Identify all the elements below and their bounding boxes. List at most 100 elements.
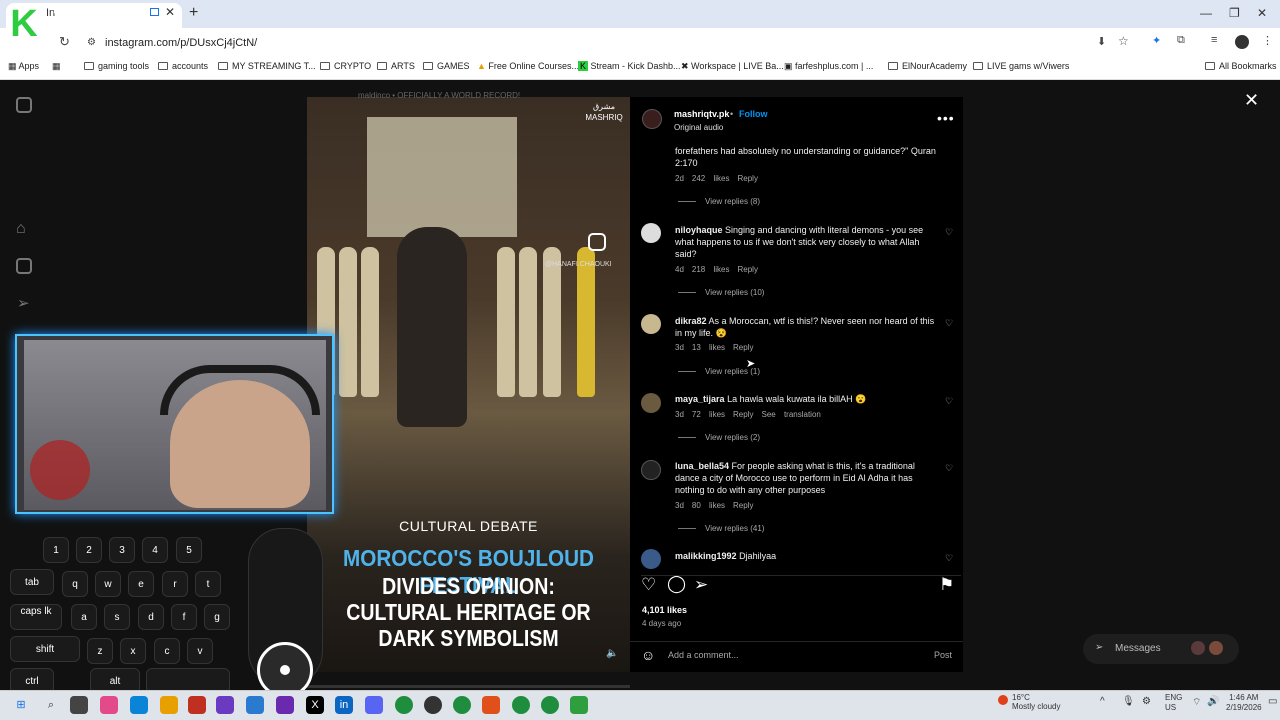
bookmark-courses[interactable]: ▲ Free Online Courses... xyxy=(477,61,579,71)
bookmark-arts[interactable]: ARTS xyxy=(377,61,415,71)
bookmark-star-icon[interactable]: ☆ xyxy=(1118,34,1129,48)
avatar[interactable] xyxy=(641,393,661,413)
mic-icon[interactable]: 🎙 xyxy=(1122,696,1135,707)
bookmark-streaming[interactable]: MY STREAMING T... xyxy=(218,61,316,71)
avatar[interactable] xyxy=(641,314,661,334)
all-bookmarks[interactable]: All Bookmarks xyxy=(1205,61,1277,71)
like-comment-icon[interactable]: ♡ xyxy=(945,553,953,564)
comment-likes[interactable]: 80 likes xyxy=(692,501,725,510)
mute-icon[interactable]: 🔈 xyxy=(606,648,618,659)
comment-likes[interactable]: 72 likes xyxy=(692,410,725,419)
bookmark-games[interactable]: GAMES xyxy=(423,61,470,71)
post-button[interactable]: Post xyxy=(934,650,952,660)
likes-count[interactable]: 4,101 likes xyxy=(642,605,687,615)
avatar[interactable] xyxy=(641,549,661,569)
view-replies-button[interactable]: View replies (2) xyxy=(678,433,760,442)
like-comment-icon[interactable]: ♡ xyxy=(945,396,953,407)
reels-icon[interactable] xyxy=(16,258,32,274)
start-icon[interactable]: ⊞ xyxy=(12,696,30,714)
chrome-icon[interactable] xyxy=(395,696,413,714)
wifi-icon[interactable]: ⌔ xyxy=(1192,696,1201,709)
file-explorer-icon[interactable] xyxy=(160,696,178,714)
app-icon[interactable] xyxy=(570,696,588,714)
view-replies-button[interactable]: View replies (41) xyxy=(678,524,764,533)
reply-button[interactable]: Reply xyxy=(733,501,753,510)
restore-icon[interactable]: ❐ xyxy=(1229,6,1240,20)
bookmark-gaming-tools[interactable]: gaming tools xyxy=(84,61,149,71)
twitch-icon[interactable] xyxy=(276,696,294,714)
comment-likes[interactable]: 218 likes xyxy=(692,265,730,274)
comment-username[interactable]: malikking1992 xyxy=(675,551,737,561)
bookmark-farfesh[interactable]: ▣ farfeshplus.com | ... xyxy=(784,61,873,72)
media-controls-icon[interactable]: ≡ xyxy=(1211,34,1217,46)
grid-icon[interactable]: ▦ xyxy=(52,61,61,72)
like-comment-icon[interactable]: ♡ xyxy=(945,227,953,238)
comment-likes[interactable]: 13 likes xyxy=(692,343,725,352)
bookmark-workspace[interactable]: ✖ Workspace | LIVE Ba... xyxy=(681,61,784,72)
profile-avatar[interactable] xyxy=(1235,35,1249,49)
bookmark-accounts[interactable]: accounts xyxy=(158,61,208,71)
bookmark-elnour[interactable]: ElNourAcademy xyxy=(888,61,967,71)
chrome-icon[interactable] xyxy=(541,696,559,714)
comment-username[interactable]: luna_bella54 xyxy=(675,461,729,471)
edge-icon[interactable] xyxy=(130,696,148,714)
linkedin-icon[interactable]: in xyxy=(335,696,353,714)
save-bookmark-icon[interactable]: ⚑ xyxy=(939,575,954,595)
extensions-puzzle-icon[interactable]: ⧉ xyxy=(1177,34,1185,47)
notifications-icon[interactable]: ▭ xyxy=(1268,696,1277,707)
comment-username[interactable]: maya_tijara xyxy=(675,394,725,404)
comment-icon[interactable]: ◯ xyxy=(667,574,686,594)
home-icon[interactable]: ⌂ xyxy=(16,220,26,238)
avatar[interactable] xyxy=(641,460,661,480)
app-icon[interactable] xyxy=(216,696,234,714)
like-comment-icon[interactable]: ♡ xyxy=(945,463,953,474)
volume-icon[interactable]: 🔊 xyxy=(1207,696,1219,707)
add-comment-input[interactable]: Add a comment... xyxy=(668,650,739,660)
reply-button[interactable]: Reply xyxy=(733,343,753,352)
extension-icon[interactable]: ✦ xyxy=(1152,34,1161,47)
minimize-icon[interactable]: — xyxy=(1200,6,1212,20)
brave-icon[interactable] xyxy=(482,696,500,714)
reply-button[interactable]: Reply xyxy=(737,265,757,274)
view-replies-button[interactable]: View replies (8) xyxy=(678,197,760,206)
comment-username[interactable]: dikra82 xyxy=(675,316,707,326)
window-close-icon[interactable]: ✕ xyxy=(1257,6,1267,20)
new-tab-icon[interactable]: + xyxy=(189,4,198,22)
app-icon[interactable] xyxy=(246,696,264,714)
view-replies-button[interactable]: View replies (10) xyxy=(678,288,764,297)
discord-icon[interactable] xyxy=(365,696,383,714)
avatar[interactable] xyxy=(641,223,661,243)
reply-button[interactable]: Reply xyxy=(733,410,753,419)
task-view-icon[interactable] xyxy=(70,696,88,714)
x-icon[interactable]: X xyxy=(306,696,324,714)
install-icon[interactable]: ⬇ xyxy=(1097,35,1106,48)
avatar[interactable] xyxy=(642,109,662,129)
bookmark-apps[interactable]: ▦ Apps xyxy=(8,61,39,72)
follow-button[interactable]: Follow xyxy=(739,109,768,119)
see-translation-button[interactable]: See translation xyxy=(761,410,820,419)
app-icon[interactable] xyxy=(424,696,442,714)
bookmark-crypto[interactable]: CRYPTO xyxy=(320,61,371,71)
bookmark-live-games[interactable]: LIVE gams w/Viwers xyxy=(973,61,1069,71)
more-options-icon[interactable]: ••• xyxy=(937,110,955,126)
clock[interactable]: 1:46 AM 2/19/2026 xyxy=(1226,693,1262,713)
close-modal-icon[interactable]: ✕ xyxy=(1244,90,1259,111)
like-comment-icon[interactable]: ♡ xyxy=(945,318,953,329)
search-icon[interactable]: ⌕ xyxy=(42,696,60,714)
share-icon[interactable]: ➢ xyxy=(694,575,708,595)
close-tab-icon[interactable]: ✕ xyxy=(165,5,175,19)
chrome-icon[interactable] xyxy=(512,696,530,714)
messages-button[interactable]: ➢ Messages xyxy=(1083,634,1239,664)
video-progress[interactable] xyxy=(307,685,630,688)
comment-username[interactable]: niloyhaque xyxy=(675,225,723,235)
emoji-icon[interactable]: ☺ xyxy=(641,647,655,663)
app-icon[interactable] xyxy=(188,696,206,714)
comment-likes[interactable]: 242 likes xyxy=(692,174,730,183)
like-icon[interactable]: ♡ xyxy=(641,575,656,595)
weather-widget[interactable]: 16°C Mostly cloudy xyxy=(998,693,1060,711)
url-text[interactable]: instagram.com/p/DUsxCj4jCtN/ xyxy=(105,37,257,49)
browser-menu-icon[interactable]: ⋮ xyxy=(1262,34,1273,47)
tray-chevron-icon[interactable]: ^ xyxy=(1100,696,1105,707)
audio-label[interactable]: Original audio xyxy=(674,123,723,132)
language-indicator[interactable]: ENG US xyxy=(1165,693,1182,713)
